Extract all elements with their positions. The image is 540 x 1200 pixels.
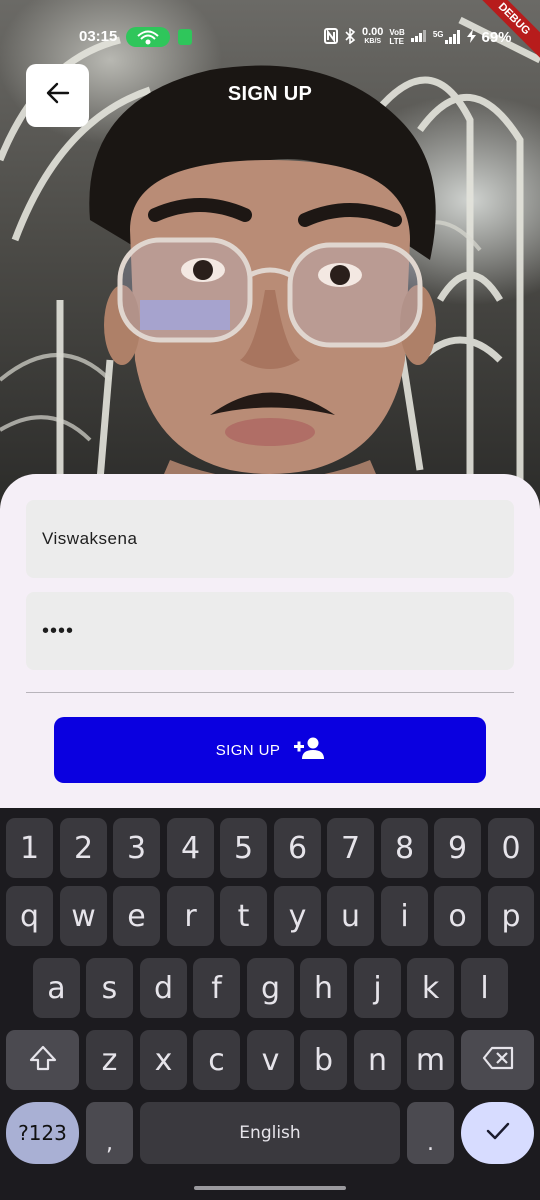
volte-badge: VoB LTE [389,28,404,46]
home-indicator[interactable] [194,1186,346,1190]
key-u[interactable]: u [327,886,374,946]
network-speed-unit: KB/S [364,38,382,45]
key-x[interactable]: x [140,1030,187,1090]
shift-key[interactable] [6,1030,79,1090]
battery-percent: 69% [481,28,512,46]
notification-icon [178,29,192,45]
key-z[interactable]: z [86,1030,133,1090]
signal-icon [410,29,427,45]
bluetooth-icon [344,26,356,47]
nfc-icon [324,27,338,47]
network-speed: 0.00 KB/S [362,26,384,46]
name-field[interactable]: Viswaksena [26,500,514,578]
key-p[interactable]: p [488,886,534,946]
key-h[interactable]: h [300,958,347,1018]
backspace-icon [482,1046,514,1074]
key-t[interactable]: t [220,886,267,946]
key-3[interactable]: 3 [113,818,160,878]
key-v[interactable]: v [247,1030,294,1090]
page-title: SIGN UP [227,83,313,105]
signal-5g-label: 5G [432,30,444,39]
symbols-key[interactable]: ?123 [6,1102,79,1164]
password-value: •••• [42,619,75,642]
password-field[interactable]: •••• [26,592,514,670]
key-s[interactable]: s [86,958,133,1018]
key-4[interactable]: 4 [167,818,214,878]
keyboard: 1 2 3 4 5 6 7 8 9 0 q w e r t y u i o p … [0,808,540,1200]
key-1[interactable]: 1 [6,818,53,878]
key-f[interactable]: f [193,958,240,1018]
enter-key[interactable] [461,1102,534,1164]
key-i[interactable]: i [381,886,428,946]
key-w[interactable]: w [60,886,107,946]
charging-icon [466,28,476,46]
person-add-icon [294,736,325,764]
key-l[interactable]: l [461,958,508,1018]
key-g[interactable]: g [247,958,294,1018]
key-n[interactable]: n [354,1030,401,1090]
key-6[interactable]: 6 [274,818,321,878]
volte-top: VoB [389,28,405,37]
key-b[interactable]: b [300,1030,347,1090]
key-5[interactable]: 5 [220,818,267,878]
key-0[interactable]: 0 [488,818,534,878]
name-value: Viswaksena [42,529,138,548]
divider [26,692,514,693]
status-time: 03:15 [79,28,118,45]
key-e[interactable]: e [113,886,160,946]
person-face-photo [89,65,436,520]
key-q[interactable]: q [6,886,53,946]
comma-key[interactable]: , [86,1102,133,1164]
hotspot-icon [126,27,170,47]
checkmark-icon [485,1121,511,1145]
signup-form: Viswaksena •••• SIGN UP [0,474,540,814]
key-d[interactable]: d [140,958,187,1018]
key-k[interactable]: k [407,958,454,1018]
key-2[interactable]: 2 [60,818,107,878]
status-bar: 03:15 0.00 KB/S VoB LTE 5G 69% DEBUG [0,0,540,72]
backspace-key[interactable] [461,1030,534,1090]
key-c[interactable]: c [193,1030,240,1090]
key-m[interactable]: m [407,1030,454,1090]
key-r[interactable]: r [167,886,214,946]
signup-button-label: SIGN UP [215,741,281,759]
space-key[interactable]: English [140,1102,400,1164]
key-7[interactable]: 7 [327,818,374,878]
volte-bottom: LTE [389,37,404,46]
key-j[interactable]: j [354,958,401,1018]
key-y[interactable]: y [274,886,321,946]
key-o[interactable]: o [434,886,481,946]
signup-button[interactable]: SIGN UP [54,717,486,783]
network-speed-value: 0.00 [362,26,384,38]
status-indicators: 0.00 KB/S VoB LTE 5G 69% [324,26,512,48]
shift-icon [29,1045,57,1075]
period-key[interactable]: . [407,1102,454,1164]
key-a[interactable]: a [33,958,80,1018]
key-9[interactable]: 9 [434,818,481,878]
signal-5g-icon: 5G [433,30,461,44]
key-8[interactable]: 8 [381,818,428,878]
